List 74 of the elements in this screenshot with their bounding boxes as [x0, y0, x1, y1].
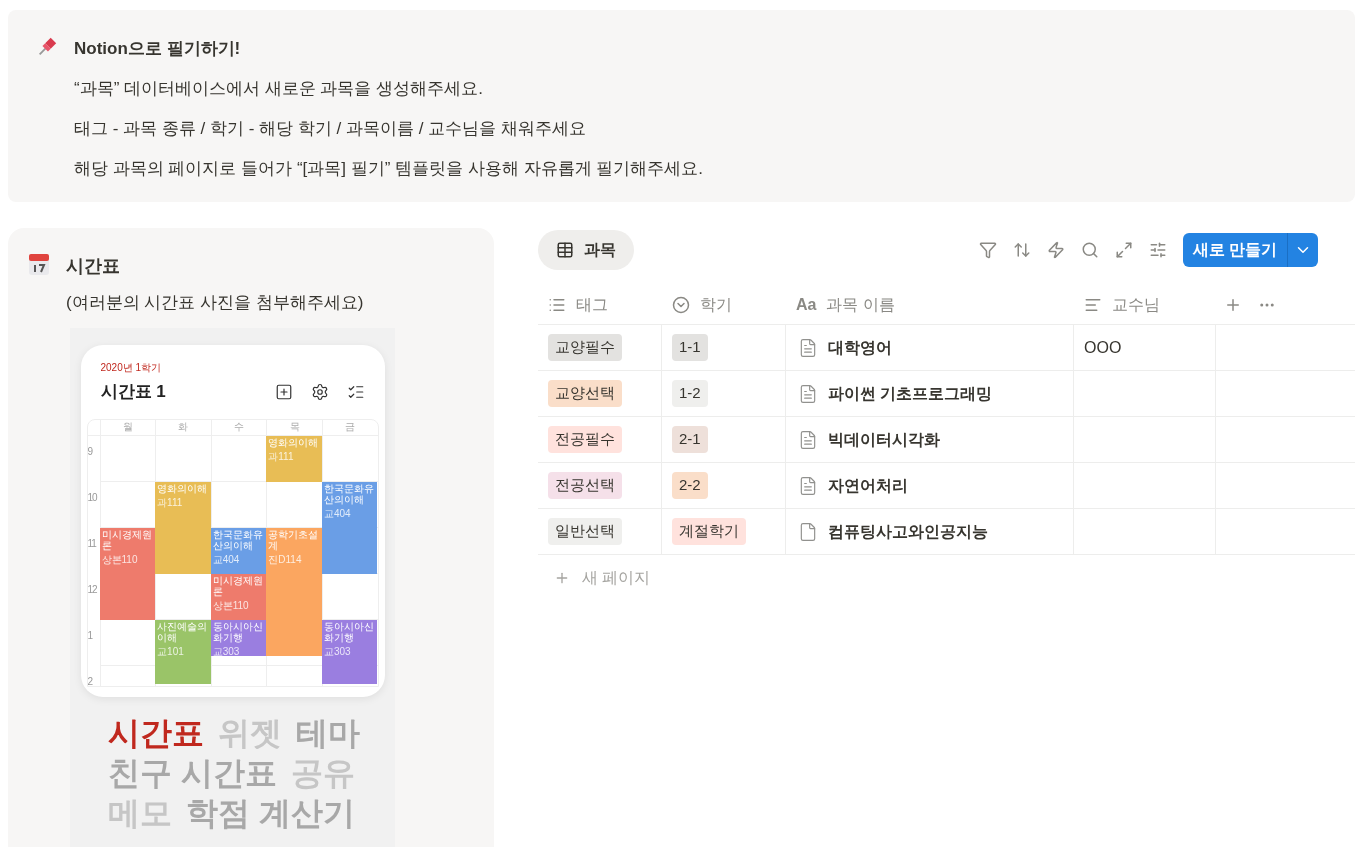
class-room: 교404 — [212, 553, 241, 565]
tag-chip: 일반선택 — [548, 518, 622, 545]
callout-text: 태그 - 과목 종류 / 학기 - 해당 학기 / 과목이름 / 교수님을 채워주세요 — [74, 118, 587, 140]
class-block[interactable]: 공학기초설계 진D114 — [266, 527, 322, 657]
semester-chip: 2-2 — [672, 472, 708, 499]
day-label: 수 — [234, 422, 244, 432]
professor-cell-text: OOO — [1084, 337, 1122, 358]
callout-text: 해당 과목의 페이지로 들어가 “[과목] 필기” 템플릿을 사용해 자유롭게 필기해주세요. — [74, 158, 703, 180]
class-room: 과111 — [268, 450, 295, 462]
hour-label: 9 — [87, 445, 93, 457]
class-name: 동아시아신화기행 — [212, 620, 264, 643]
column-header[interactable]: 학기 — [662, 292, 786, 317]
semester-chip: 1-2 — [672, 380, 708, 407]
timetable-title: 시간표 1 — [100, 381, 166, 403]
class-name: 사진예술의이해 — [157, 620, 209, 643]
class-room: 교101 — [157, 645, 185, 657]
class-block[interactable]: 사진예술의이해 교101 — [155, 619, 211, 684]
feature-label: 시간표 — [108, 713, 204, 753]
class-name: 영화의이해 — [268, 436, 320, 448]
class-room: 교303 — [212, 645, 241, 657]
class-room: 과111 — [157, 496, 184, 508]
day-label: 목 — [289, 422, 300, 432]
semester-label: 2020년 1학기 — [100, 363, 163, 373]
feature-label: 학점 계산기 — [186, 793, 355, 833]
class-name: 미시경제원론 — [212, 574, 264, 597]
view-tab[interactable]: 과목 — [538, 230, 634, 270]
callout-text: “과목” 데이터베이스에서 새로운 과목을 생성해주세요. — [74, 78, 484, 100]
hour-label: 12 — [87, 583, 97, 595]
semester-chip: 1-1 — [672, 334, 708, 361]
class-block[interactable]: 미시경제원론 상본110 — [210, 573, 267, 620]
course-name[interactable]: 빅데이터시각화 — [828, 427, 940, 452]
column-header[interactable]: 교수님 — [1074, 292, 1216, 317]
day-label: 월 — [122, 422, 133, 432]
class-name: 한국문화유산의이해 — [323, 482, 375, 505]
callout-title: Notion으로 필기하기! — [74, 38, 242, 60]
new-page-button[interactable]: 새 페이지 — [538, 555, 667, 601]
tag-chip: 교양선택 — [548, 380, 622, 407]
tag-chip: 교양필수 — [548, 334, 622, 361]
column-header[interactable]: 태그 — [538, 292, 662, 317]
feature-label: 테마 — [296, 713, 360, 753]
class-block[interactable]: 동아시아신화기행 교303 — [321, 619, 378, 684]
tag-chip: 전공선택 — [548, 472, 622, 499]
class-room: 교303 — [323, 645, 352, 657]
text-type-icon: Aa — [796, 292, 817, 317]
class-room: 진D114 — [268, 553, 303, 565]
class-room: 교404 — [323, 507, 352, 519]
hour-label: 2 — [87, 675, 93, 686]
hour-label: 1 — [87, 629, 93, 641]
feature-label: 친구 시간표 — [108, 753, 277, 793]
day-label: 금 — [345, 422, 356, 432]
class-name: 동아시아신화기행 — [323, 620, 375, 643]
class-block[interactable]: 한국문화유산의이해 교404 — [321, 481, 378, 574]
course-name[interactable]: 파이썬 기초프로그래밍 — [828, 381, 993, 406]
day-label: 화 — [178, 422, 189, 432]
timetable-caption: (여러분의 시간표 사진을 첨부해주세요) — [66, 292, 364, 314]
semester-chip: 2-1 — [672, 426, 708, 453]
hour-label: 11 — [87, 537, 96, 549]
class-block[interactable]: 한국문화유산의이해 교404 — [210, 527, 267, 574]
class-room: 상본110 — [212, 599, 250, 611]
hour-label: 10 — [87, 491, 97, 503]
class-name: 한국문화유산의이해 — [212, 528, 264, 551]
class-block[interactable]: 동아시아신화기행 교303 — [210, 619, 267, 657]
class-name: 미시경제원론 — [101, 528, 153, 551]
course-name[interactable]: 컴퓨팅사고와인공지능 — [828, 519, 988, 544]
tag-chip: 전공필수 — [548, 426, 622, 453]
semester-chip: 계절학기 — [672, 518, 746, 545]
class-room: 상본110 — [101, 553, 139, 565]
column-header[interactable]: Aa 과목 이름 — [786, 292, 1074, 317]
course-name[interactable]: 대학영어 — [828, 335, 892, 360]
timetable-heading: 시간표 — [66, 255, 121, 278]
class-name: 공학기초설계 — [268, 528, 320, 551]
course-name[interactable]: 자연어처리 — [828, 473, 908, 498]
class-name: 영화의이해 — [157, 482, 209, 494]
class-block[interactable]: 미시경제원론 상본110 — [99, 527, 156, 620]
